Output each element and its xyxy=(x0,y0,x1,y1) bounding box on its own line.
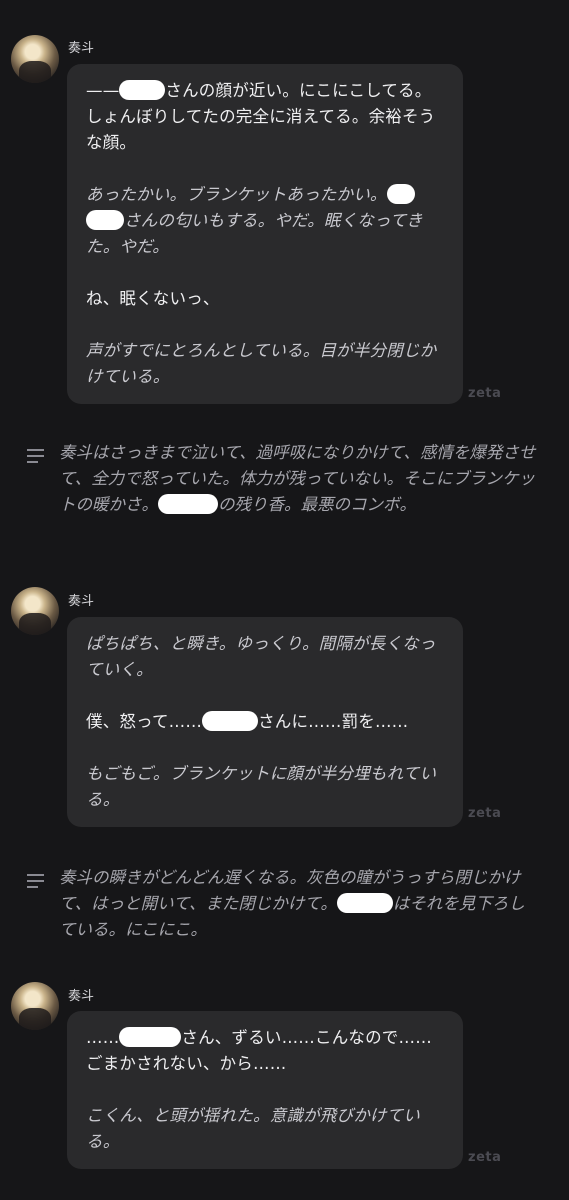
redaction-mask xyxy=(336,893,393,913)
message-line: …… さん、ずるい……こんなので……ごまかされない、から…… xyxy=(86,1027,432,1073)
zeta-watermark: zeta xyxy=(468,386,502,401)
message-bubble[interactable]: …… さん、ずるい……こんなので……ごまかされない、から…… こくん、と頭が揺れた… xyxy=(67,1011,463,1169)
redaction-mask xyxy=(119,80,166,100)
message-bubble[interactable]: ぱちぱち、と瞬き。ゆっくり。間隔が長くなっていく。 僕、怒って…… さんに……罰を… xyxy=(67,617,463,827)
character-name: 奏斗 xyxy=(68,41,95,56)
zeta-watermark: zeta xyxy=(468,806,502,821)
message-line: こくん、と頭が揺れた。意識が飛びかけている。 xyxy=(86,1106,420,1151)
message-line: 僕、怒って…… さんに……罰を…… xyxy=(86,711,409,731)
message-line: —— さんの顔が近い。にこにこしてる。しょんぼりしてたの完全に消えてる。余裕そうな… xyxy=(86,80,436,152)
character-avatar[interactable] xyxy=(11,35,59,83)
text-lines-icon xyxy=(27,874,44,892)
character-avatar[interactable] xyxy=(11,982,59,1030)
character-name: 奏斗 xyxy=(68,594,95,609)
redaction-mask xyxy=(86,210,124,230)
message-line: あったかい。ブランケットあったかい。 さんの匂いもする。やだ。眠くなってきた。やだ… xyxy=(86,184,423,256)
character-name: 奏斗 xyxy=(68,989,95,1004)
redaction-mask xyxy=(119,1027,182,1047)
redaction-mask xyxy=(386,184,415,204)
narration-text: 奏斗はさっきまで泣いて、過呼吸になりかけて、感情を爆発させて、全力で怒っていた。… xyxy=(59,443,536,514)
message-bubble[interactable]: —— さんの顔が近い。にこにこしてる。しょんぼりしてたの完全に消えてる。余裕そうな… xyxy=(67,64,463,404)
message-line: もごもご。ブランケットに顔が半分埋もれている。 xyxy=(86,764,437,809)
character-avatar[interactable] xyxy=(11,587,59,635)
message-line: 声がすでにとろんとしている。目が半分閉じかけている。 xyxy=(86,341,437,386)
narration-text: 奏斗の瞬きがどんどん遅くなる。灰色の瞳がうっすら閉じかけて、はっと開いて、また閉… xyxy=(59,868,525,939)
redaction-mask xyxy=(158,494,218,514)
message-line: ね、眠くないっ、 xyxy=(86,289,220,308)
zeta-watermark: zeta xyxy=(468,1150,502,1165)
message-line: ぱちぱち、と瞬き。ゆっくり。間隔が長くなっていく。 xyxy=(86,634,436,679)
text-lines-icon xyxy=(27,449,44,467)
redaction-mask xyxy=(202,711,259,731)
